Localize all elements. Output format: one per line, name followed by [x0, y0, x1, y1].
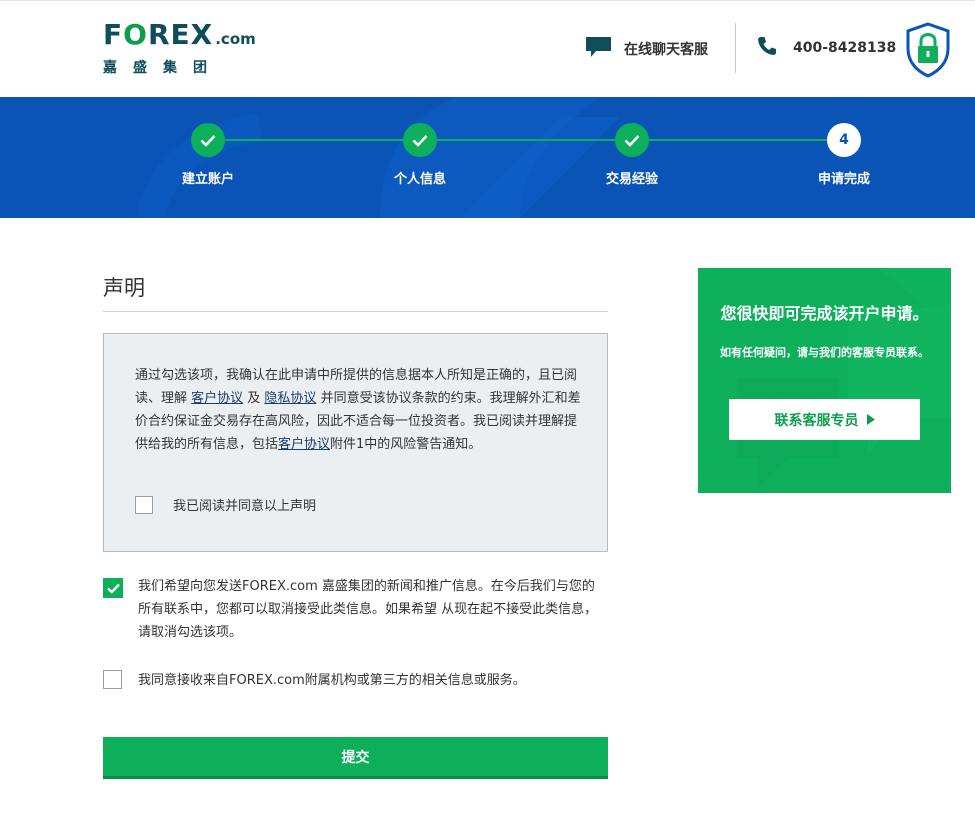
progress-track	[208, 139, 844, 141]
privacy-policy-link[interactable]: 隐私协议	[264, 391, 316, 406]
help-panel: 您很快即可完成该开户申请。 如有任何疑问，请与我们的客服专员联系。 联系客服专员	[698, 268, 951, 493]
step-label: 申请完成	[817, 172, 870, 187]
title-divider	[103, 311, 608, 312]
news-consent-checkbox[interactable]	[103, 578, 123, 598]
agree-declaration-checkbox[interactable]	[135, 496, 153, 514]
submit-button[interactable]: 提交	[103, 737, 608, 779]
third-party-consent-checkbox[interactable]	[103, 670, 122, 689]
phone-icon	[757, 36, 777, 60]
third-party-consent-label[interactable]: 我同意接收来自FOREX.com附属机构或第三方的相关信息或服务。	[138, 669, 526, 688]
checkmark-icon	[106, 583, 120, 594]
step-check-icon	[403, 123, 437, 157]
chat-bubble-icon	[585, 36, 612, 62]
logo-subtitle: 嘉盛集团	[103, 60, 223, 76]
shield-lock-icon	[905, 22, 951, 82]
contact-support-label: 联系客服专员	[774, 412, 859, 429]
header-divider	[735, 23, 736, 73]
site-header: FOREX .com 嘉盛集团 在线聊天客服 400-8428138	[0, 0, 975, 97]
help-panel-text: 如有任何疑问，请与我们的客服专员联系。	[720, 346, 929, 359]
page-title: 声明	[103, 276, 145, 300]
phone-contact[interactable]: 400-8428138	[757, 36, 896, 60]
client-agreement-link-2[interactable]: 客户协议	[278, 437, 330, 452]
declaration-box: 通过勾选该项，我确认在此申请中所提供的信息据本人所知是正确的，且已阅读、理解 客…	[103, 333, 608, 552]
logo-wordmark: FOREX .com	[103, 18, 256, 51]
phone-number: 400-8428138	[793, 40, 897, 56]
forex-logo[interactable]: FOREX .com 嘉盛集团	[103, 19, 256, 77]
declaration-text: 通过勾选该项，我确认在此申请中所提供的信息据本人所知是正确的，且已阅读、理解 客…	[135, 368, 581, 452]
live-chat-link[interactable]: 在线聊天客服	[585, 36, 708, 62]
contact-support-button[interactable]: 联系客服专员	[729, 399, 920, 440]
live-chat-label: 在线聊天客服	[624, 42, 708, 58]
agree-declaration-label[interactable]: 我已阅读并同意以上声明	[173, 495, 316, 514]
step-label: 建立账户	[181, 172, 234, 187]
step-label: 交易经验	[605, 172, 658, 187]
client-agreement-link[interactable]: 客户协议	[191, 391, 243, 406]
news-consent-label[interactable]: 我们希望向您发送FOREX.com 嘉盛集团的新闻和推广信息。在今后我们与您的所…	[138, 575, 603, 644]
help-panel-title: 您很快即可完成该开户申请。	[720, 304, 929, 323]
step-check-icon	[191, 123, 225, 157]
progress-band: 建立账户 个人信息 交易经验 4 申请完成	[0, 97, 975, 218]
step-check-icon	[615, 123, 649, 157]
progress-step-2: 个人信息	[360, 123, 480, 187]
caret-right-icon	[866, 414, 875, 425]
progress-step-4: 4 申请完成	[784, 123, 904, 187]
step-number: 4	[827, 123, 861, 157]
progress-step-1: 建立账户	[148, 123, 268, 187]
step-label: 个人信息	[393, 172, 446, 187]
progress-step-3: 交易经验	[572, 123, 692, 187]
